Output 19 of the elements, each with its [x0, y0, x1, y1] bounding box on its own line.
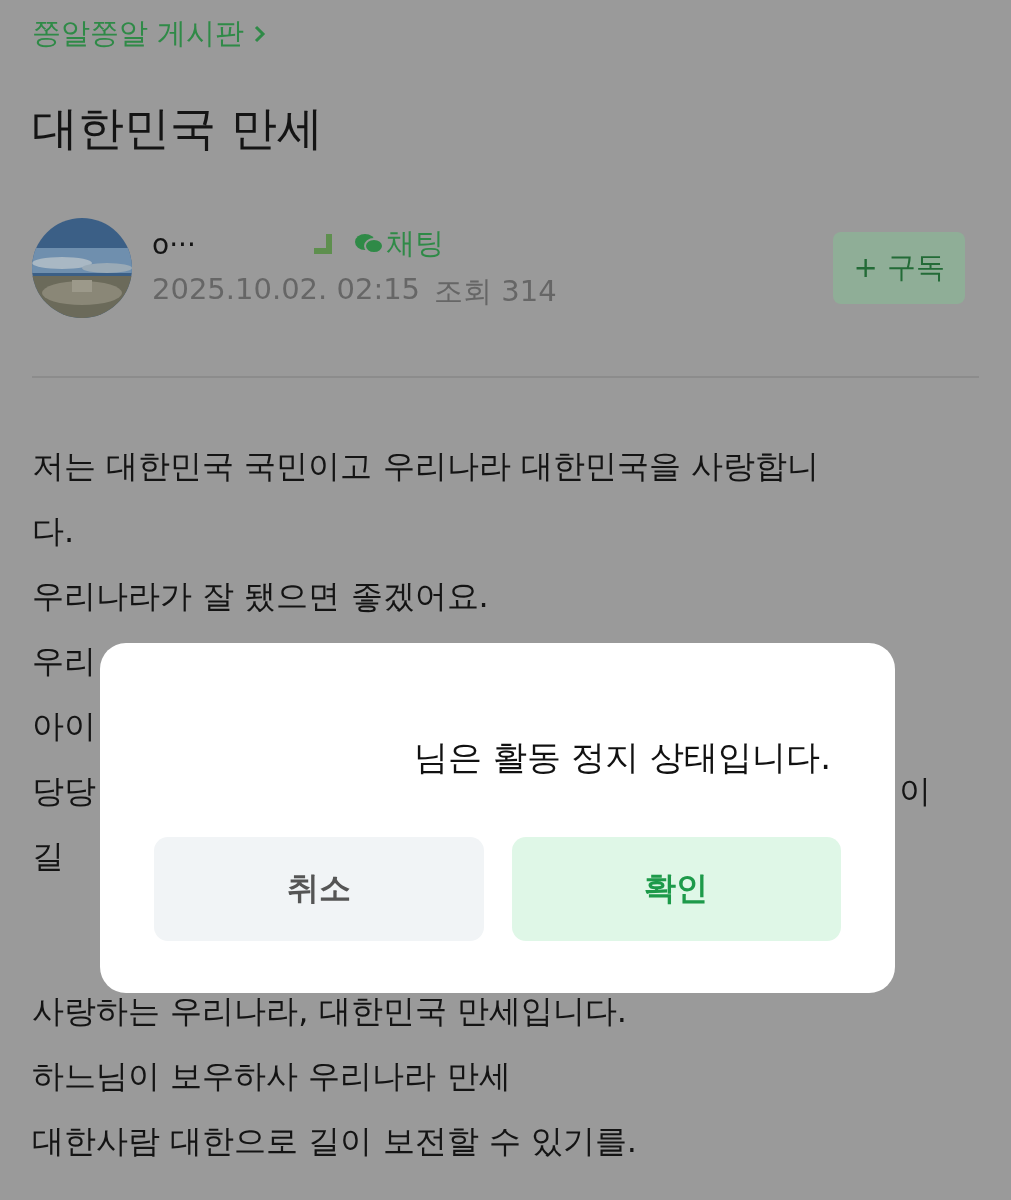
post-title: 대한민국 만세	[32, 100, 324, 157]
body-text: 우리	[32, 640, 96, 682]
chevron-right-icon	[254, 24, 267, 44]
body-text: 우리나라가 잘 됐으면 좋겠어요.	[32, 575, 489, 617]
confirm-button[interactable]: 확인	[511, 837, 841, 941]
body-text: 길	[32, 835, 64, 877]
member-grade-icon	[312, 234, 334, 254]
body-text: 당당	[32, 770, 96, 812]
subscribe-button[interactable]: + 구독	[833, 232, 965, 304]
body-text: 하느님이 보우하사 우리나라 만세	[32, 1055, 511, 1097]
dialog-message: 님은 활동 정지 상태입니다.	[412, 736, 832, 779]
body-text: 대한사람 대한으로 길이 보전할 수 있기를.	[32, 1120, 638, 1162]
body-text: 사랑하는 우리나라, 대한민국 만세입니다.	[32, 990, 627, 1032]
author-name[interactable]: o···	[152, 227, 292, 261]
body-text: 아이	[32, 705, 96, 747]
body-text: 다.	[32, 510, 75, 552]
cancel-button[interactable]: 취소	[154, 837, 484, 941]
body-text: 이	[899, 770, 931, 812]
body-text: 저는 대한민국 국민이고 우리나라 대한민국을 사랑합니	[32, 445, 819, 487]
